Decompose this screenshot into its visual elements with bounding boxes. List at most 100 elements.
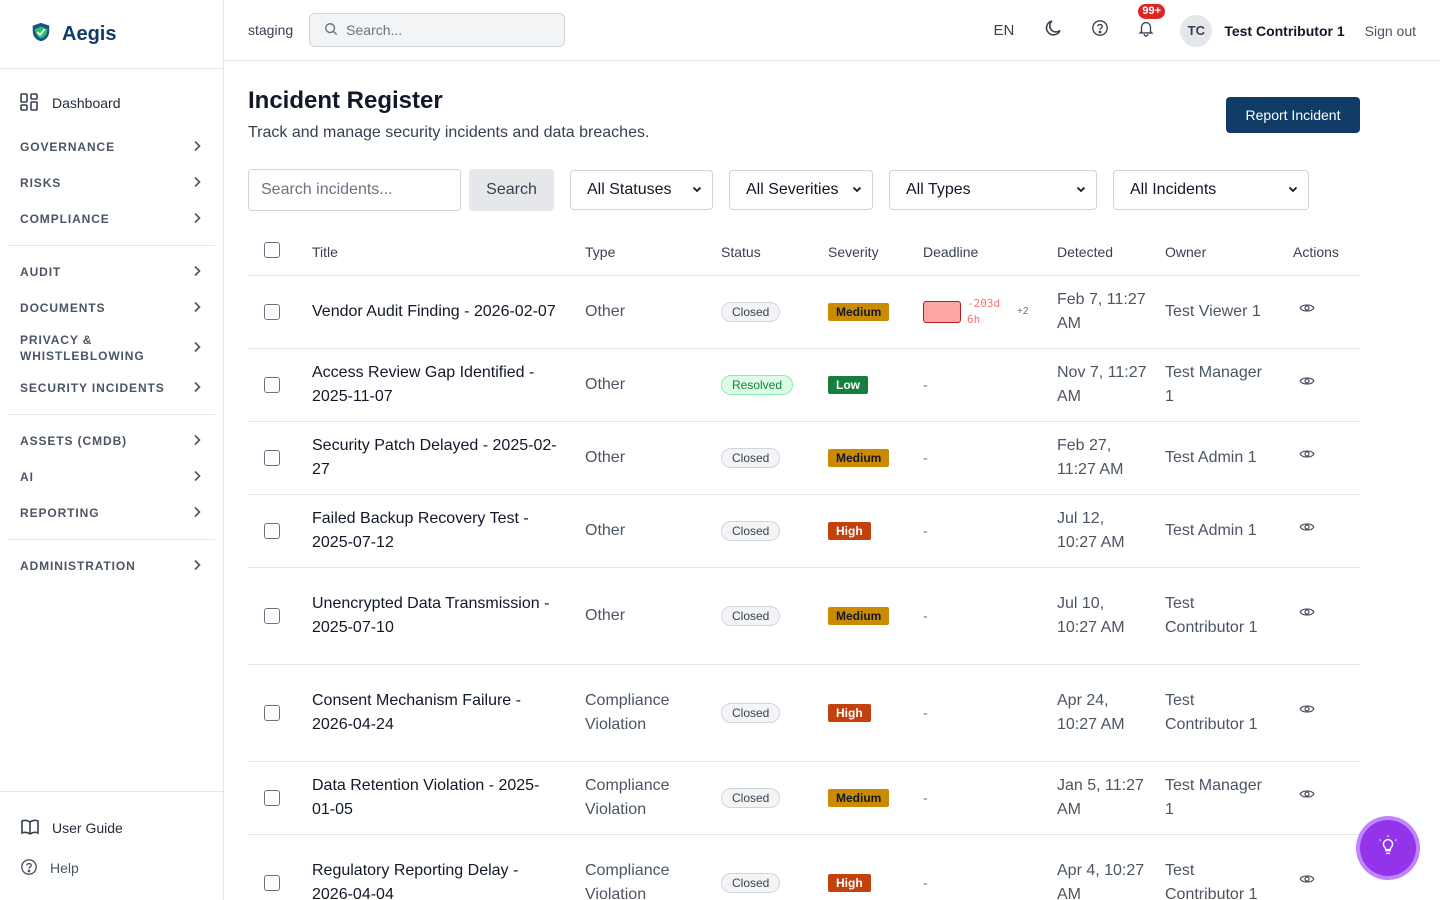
incident-type: Other — [585, 607, 626, 624]
row-select-checkbox[interactable] — [264, 608, 280, 624]
incident-search-input[interactable]: Search incidents... — [248, 169, 461, 211]
detected-date: Jul 10, 10:27 AM — [1057, 595, 1125, 636]
scope-filter-value: All Incidents — [1130, 181, 1217, 198]
status-badge: Closed — [721, 521, 781, 541]
user-guide-label: User Guide — [52, 820, 123, 836]
incident-type: Other — [585, 376, 626, 393]
incident-title-link[interactable]: Security Patch Delayed - 2025-02-27 — [312, 434, 562, 482]
chevron-down-icon — [1076, 181, 1086, 199]
user-guide-link[interactable]: User Guide — [0, 816, 223, 840]
severity-badge: High — [828, 704, 871, 722]
sidebar-item-governance[interactable]: GOVERNANCE — [0, 129, 223, 165]
sidebar-item-reporting[interactable]: REPORTING — [0, 495, 223, 531]
table-row[interactable]: Consent Mechanism Failure - 2026-04-24 C… — [248, 665, 1360, 762]
sidebar-item-label: DOCUMENTS — [20, 301, 106, 315]
sidebar-item-label: AI — [20, 470, 34, 484]
status-badge: Closed — [721, 703, 781, 723]
incident-title-link[interactable]: Unencrypted Data Transmission - 2025-07-… — [312, 592, 562, 640]
column-header-title[interactable]: Title — [312, 244, 338, 260]
report-incident-button[interactable]: Report Incident — [1226, 97, 1360, 133]
incident-title-link[interactable]: Data Retention Violation - 2025-01-05 — [312, 774, 562, 822]
type-filter-select[interactable]: All Types — [889, 170, 1097, 210]
row-select-checkbox[interactable] — [264, 705, 280, 721]
shield-logo-icon — [30, 21, 52, 48]
table-row[interactable]: Failed Backup Recovery Test - 2025-07-12… — [248, 495, 1360, 568]
incident-title-link[interactable]: Vendor Audit Finding - 2026-02-07 — [312, 300, 562, 324]
deadline-empty: - — [923, 607, 928, 624]
row-select-checkbox[interactable] — [264, 450, 280, 466]
chevron-right-icon — [193, 265, 201, 280]
incident-title-link[interactable]: Regulatory Reporting Delay - 2026-04-04 — [312, 859, 562, 900]
sidebar-item-assets-cmdb[interactable]: ASSETS (CMDB) — [0, 423, 223, 459]
severity-filter-select[interactable]: All Severities — [729, 170, 873, 210]
help-button[interactable] — [1088, 19, 1112, 43]
table-row[interactable]: Access Review Gap Identified - 2025-11-0… — [248, 349, 1360, 422]
sidebar-item-ai[interactable]: AI — [0, 459, 223, 495]
owner-name: Test Contributor 1 — [1165, 692, 1258, 733]
incident-title-link[interactable]: Consent Mechanism Failure - 2026-04-24 — [312, 689, 562, 737]
column-header-severity[interactable]: Severity — [828, 244, 879, 260]
sidebar-item-administration[interactable]: ADMINISTRATION — [0, 548, 223, 584]
view-incident-button[interactable] — [1299, 519, 1315, 543]
lightbulb-icon — [1377, 834, 1399, 862]
scope-filter-select[interactable]: All Incidents — [1113, 170, 1309, 210]
table-row[interactable]: Vendor Audit Finding - 2026-02-07 Other … — [248, 276, 1360, 349]
status-badge: Closed — [721, 448, 781, 468]
moon-icon — [1044, 18, 1064, 43]
global-search-placeholder: Search... — [346, 22, 403, 38]
table-row[interactable]: Unencrypted Data Transmission - 2025-07-… — [248, 568, 1360, 665]
sidebar-item-dashboard[interactable]: Dashboard — [0, 91, 223, 115]
sidebar-item-audit[interactable]: AUDIT — [0, 254, 223, 290]
row-select-checkbox[interactable] — [264, 875, 280, 891]
sign-out-link[interactable]: Sign out — [1365, 23, 1416, 39]
view-incident-button[interactable] — [1299, 373, 1315, 397]
incident-title-link[interactable]: Failed Backup Recovery Test - 2025-07-12 — [312, 507, 562, 555]
language-switcher[interactable]: EN — [993, 22, 1014, 39]
row-select-checkbox[interactable] — [264, 523, 280, 539]
sidebar-divider — [8, 245, 215, 246]
search-button[interactable]: Search — [469, 169, 554, 211]
page-title: Incident Register — [248, 87, 443, 114]
global-search-input[interactable]: Search... — [309, 13, 566, 47]
sidebar-item-security-incidents[interactable]: SECURITY INCIDENTS — [0, 370, 223, 406]
view-incident-button[interactable] — [1299, 604, 1315, 628]
type-filter-value: All Types — [906, 181, 971, 198]
incident-title-link[interactable]: Access Review Gap Identified - 2025-11-0… — [312, 361, 562, 409]
column-header-status[interactable]: Status — [721, 244, 761, 260]
incident-type: Compliance Violation — [585, 692, 670, 733]
view-incident-button[interactable] — [1299, 871, 1315, 895]
severity-badge: High — [828, 874, 871, 892]
severity-filter-value: All Severities — [746, 181, 839, 198]
sidebar-item-risks[interactable]: RISKS — [0, 165, 223, 201]
current-user-name[interactable]: Test Contributor 1 — [1224, 23, 1344, 39]
brand-name: Aegis — [62, 22, 117, 45]
status-filter-select[interactable]: All Statuses — [570, 170, 713, 210]
column-header-deadline[interactable]: Deadline — [923, 244, 978, 260]
avatar[interactable]: TC — [1180, 14, 1213, 47]
view-incident-button[interactable] — [1299, 701, 1315, 725]
theme-toggle-button[interactable] — [1042, 19, 1066, 43]
help-link[interactable]: Help — [0, 856, 223, 880]
table-row[interactable]: Regulatory Reporting Delay - 2026-04-04 … — [248, 835, 1360, 900]
column-header-detected[interactable]: Detected — [1057, 244, 1113, 260]
view-incident-button[interactable] — [1299, 446, 1315, 470]
row-select-checkbox[interactable] — [264, 304, 280, 320]
notifications-button[interactable]: 99+ — [1134, 3, 1165, 43]
severity-badge: Medium — [828, 789, 890, 807]
column-header-owner[interactable]: Owner — [1165, 244, 1206, 260]
view-incident-button[interactable] — [1299, 300, 1315, 324]
deadline-more-count[interactable]: +2 — [1017, 300, 1028, 324]
sidebar-item-privacy-whistleblowing[interactable]: PRIVACY & WHISTLEBLOWING — [0, 326, 223, 370]
row-select-checkbox[interactable] — [264, 377, 280, 393]
sidebar-item-documents[interactable]: DOCUMENTS — [0, 290, 223, 326]
sidebar-item-compliance[interactable]: COMPLIANCE — [0, 201, 223, 237]
table-row[interactable]: Security Patch Delayed - 2025-02-27 Othe… — [248, 422, 1360, 495]
view-incident-button[interactable] — [1299, 786, 1315, 810]
select-all-checkbox[interactable] — [264, 242, 280, 258]
assistant-fab-button[interactable] — [1360, 820, 1416, 876]
brand[interactable]: Aegis — [0, 0, 223, 69]
row-select-checkbox[interactable] — [264, 790, 280, 806]
table-row[interactable]: Data Retention Violation - 2025-01-05 Co… — [248, 762, 1360, 835]
status-filter-value: All Statuses — [587, 181, 672, 198]
column-header-type[interactable]: Type — [585, 244, 615, 260]
